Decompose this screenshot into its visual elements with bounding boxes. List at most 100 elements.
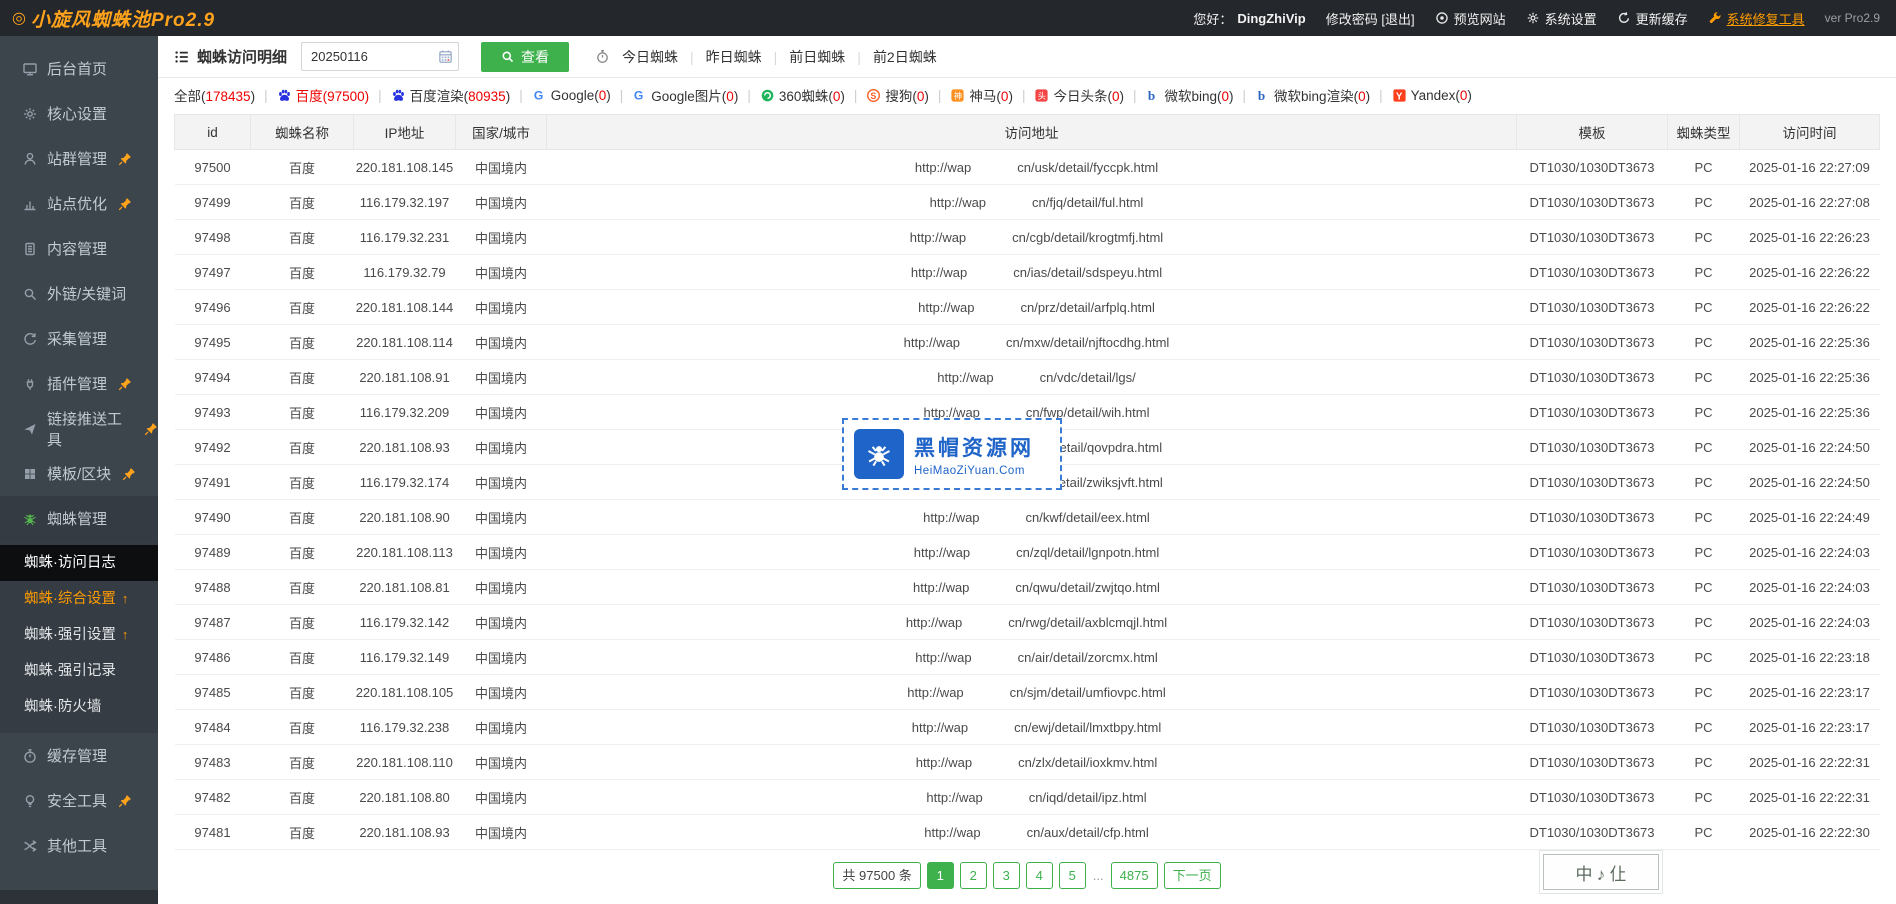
table-header: id蜘蛛名称IP地址国家/城市访问地址模板蜘蛛类型访问时间 — [175, 115, 1880, 150]
wrench-icon — [1708, 11, 1722, 25]
cell-country: 中国境内 — [456, 815, 547, 850]
filter-搜狗[interactable]: S搜狗(0) — [866, 85, 929, 105]
cell-spider-name: 百度 — [251, 395, 354, 430]
sidebar-item-collect[interactable]: 采集管理 — [0, 316, 158, 361]
quick-link-0[interactable]: 今日蜘蛛 — [622, 47, 678, 67]
cell-template: DT1030/1030DT3673 — [1517, 640, 1668, 675]
svg-text:神: 神 — [954, 91, 962, 101]
sidebar-item-push[interactable]: 链接推送工具 — [0, 406, 158, 451]
sidebar-item-templates[interactable]: 模板/区块 — [0, 451, 158, 496]
sidebar-item-label: 模板/区块 — [47, 463, 111, 484]
app-logo: ◎ 小旋风蜘蛛池Pro2.9 — [12, 5, 215, 32]
filter-百度渲染[interactable]: 百度渲染(80935) — [391, 85, 511, 105]
col-header-国家/城市: 国家/城市 — [456, 115, 547, 150]
calendar-icon[interactable] — [438, 49, 453, 64]
cell-url: http://wapcn/ewj/detail/lmxtbpy.html — [547, 710, 1517, 745]
sidebar-item-content[interactable]: 内容管理 — [0, 226, 158, 271]
submenu-item-spider-log[interactable]: 蜘蛛·访问日志 — [0, 545, 158, 581]
cell-spider-name: 百度 — [251, 745, 354, 780]
submenu-item-spider-force-log[interactable]: 蜘蛛·强引记录 — [0, 653, 158, 689]
gear-icon — [1526, 11, 1540, 25]
sidebar-item-home[interactable]: 后台首页 — [0, 46, 158, 91]
cell-spider-type: PC — [1668, 815, 1740, 850]
quick-link-3[interactable]: 前2日蜘蛛 — [873, 47, 937, 67]
sidebar-item-security[interactable]: 安全工具 — [0, 778, 158, 823]
refresh-cache-link[interactable]: 更新缓存 — [1617, 9, 1688, 28]
page-button-4875[interactable]: 4875 — [1111, 862, 1158, 889]
account-links[interactable]: 修改密码 [退出] — [1326, 9, 1415, 28]
view-button[interactable]: 查看 — [481, 42, 569, 72]
cell-spider-name: 百度 — [251, 465, 354, 500]
next-page-button[interactable]: 下一页 — [1164, 862, 1221, 889]
sidebar-item-spider[interactable]: 蜘蛛管理 — [0, 496, 158, 541]
quick-link-2[interactable]: 前日蜘蛛 — [789, 47, 845, 67]
col-header-蜘蛛类型: 蜘蛛类型 — [1668, 115, 1740, 150]
baidu-icon — [391, 88, 406, 103]
filter-神马[interactable]: 神神马(0) — [950, 85, 1013, 105]
cell-country: 中国境内 — [456, 465, 547, 500]
cell-visit-time: 2025-01-16 22:24:03 — [1740, 605, 1880, 640]
pin-icon — [118, 377, 132, 391]
cell-id: 97499 — [175, 185, 251, 220]
ime-widget[interactable]: 中 ♪ 仩 — [1543, 854, 1659, 890]
cell-visit-time: 2025-01-16 22:22:30 — [1740, 815, 1880, 850]
cell-visit-time: 2025-01-16 22:24:03 — [1740, 570, 1880, 605]
cell-visit-time: 2025-01-16 22:27:08 — [1740, 185, 1880, 220]
page-button-2[interactable]: 2 — [960, 862, 987, 889]
table-row: 97488百度220.181.108.81中国境内http://wapcn/qw… — [175, 570, 1880, 605]
filter-Yandex[interactable]: YYandex(0) — [1392, 88, 1472, 103]
system-repair-link[interactable]: 系统修复工具 — [1708, 9, 1805, 28]
sidebar-item-tools[interactable]: 其他工具 — [0, 823, 158, 868]
filter-Google[interactable]: GGoogle(0) — [532, 88, 611, 103]
sidebar-item-optimize[interactable]: 站点优化 — [0, 181, 158, 226]
cell-spider-type: PC — [1668, 500, 1740, 535]
page-button-4[interactable]: 4 — [1026, 862, 1053, 889]
cell-ip: 116.179.32.231 — [354, 220, 456, 255]
filter-百度[interactable]: 百度(97500) — [277, 85, 370, 105]
sidebar-item-core[interactable]: 核心设置 — [0, 91, 158, 136]
page-button-5[interactable]: 5 — [1059, 862, 1086, 889]
sidebar-item-sites[interactable]: 站群管理 — [0, 136, 158, 181]
cell-visit-time: 2025-01-16 22:24:03 — [1740, 535, 1880, 570]
cell-id: 97494 — [175, 360, 251, 395]
submenu-item-spider-general[interactable]: 蜘蛛·综合设置↑ — [0, 581, 158, 617]
filter-微软bing渲染[interactable]: b微软bing渲染(0) — [1255, 85, 1370, 105]
filter-360蜘蛛[interactable]: 360蜘蛛(0) — [760, 85, 845, 105]
sidebar-item-plugins[interactable]: 插件管理 — [0, 361, 158, 406]
cell-visit-time: 2025-01-16 22:22:31 — [1740, 780, 1880, 815]
submenu-item-spider-force[interactable]: 蜘蛛·强引设置↑ — [0, 617, 158, 653]
cell-spider-name: 百度 — [251, 675, 354, 710]
page-button-1[interactable]: 1 — [927, 862, 954, 889]
cell-spider-name: 百度 — [251, 535, 354, 570]
col-header-IP地址: IP地址 — [354, 115, 456, 150]
quick-link-1[interactable]: 昨日蜘蛛 — [706, 47, 762, 67]
filter-Google图片[interactable]: GGoogle图片(0) — [632, 85, 738, 105]
system-settings-link[interactable]: 系统设置 — [1526, 9, 1597, 28]
sidebar-item-label: 蜘蛛管理 — [47, 508, 107, 529]
filter-全部[interactable]: 全部(178435) — [174, 85, 255, 105]
svg-text:G: G — [634, 88, 643, 102]
cell-url: http://wapcn/fjq/detail/ful.html — [547, 185, 1517, 220]
cell-country: 中国境内 — [456, 430, 547, 465]
separator: | — [774, 49, 778, 65]
cell-spider-name: 百度 — [251, 150, 354, 185]
cell-spider-type: PC — [1668, 325, 1740, 360]
date-input[interactable] — [301, 42, 459, 71]
cell-country: 中国境内 — [456, 220, 547, 255]
sidebar-item-label: 核心设置 — [47, 103, 107, 124]
sidebar-item-cache[interactable]: 缓存管理 — [0, 733, 158, 778]
cell-ip: 220.181.108.110 — [354, 745, 456, 780]
svg-text:b: b — [1258, 88, 1265, 103]
cell-spider-name: 百度 — [251, 290, 354, 325]
preview-site-link[interactable]: 预览网站 — [1435, 9, 1506, 28]
page-button-3[interactable]: 3 — [993, 862, 1020, 889]
refresh-icon — [1617, 11, 1631, 25]
cell-template: DT1030/1030DT3673 — [1517, 220, 1668, 255]
filter-微软bing[interactable]: b微软bing(0) — [1145, 85, 1233, 105]
sidebar-item-keywords[interactable]: 外链/关键词 — [0, 271, 158, 316]
cell-spider-name: 百度 — [251, 640, 354, 675]
submenu-item-spider-firewall[interactable]: 蜘蛛·防火墙 — [0, 689, 158, 725]
cell-url: http://wapcn/kwf/detail/eex.html — [547, 500, 1517, 535]
cell-spider-type: PC — [1668, 465, 1740, 500]
filter-今日头条[interactable]: 头今日头条(0) — [1034, 85, 1124, 105]
